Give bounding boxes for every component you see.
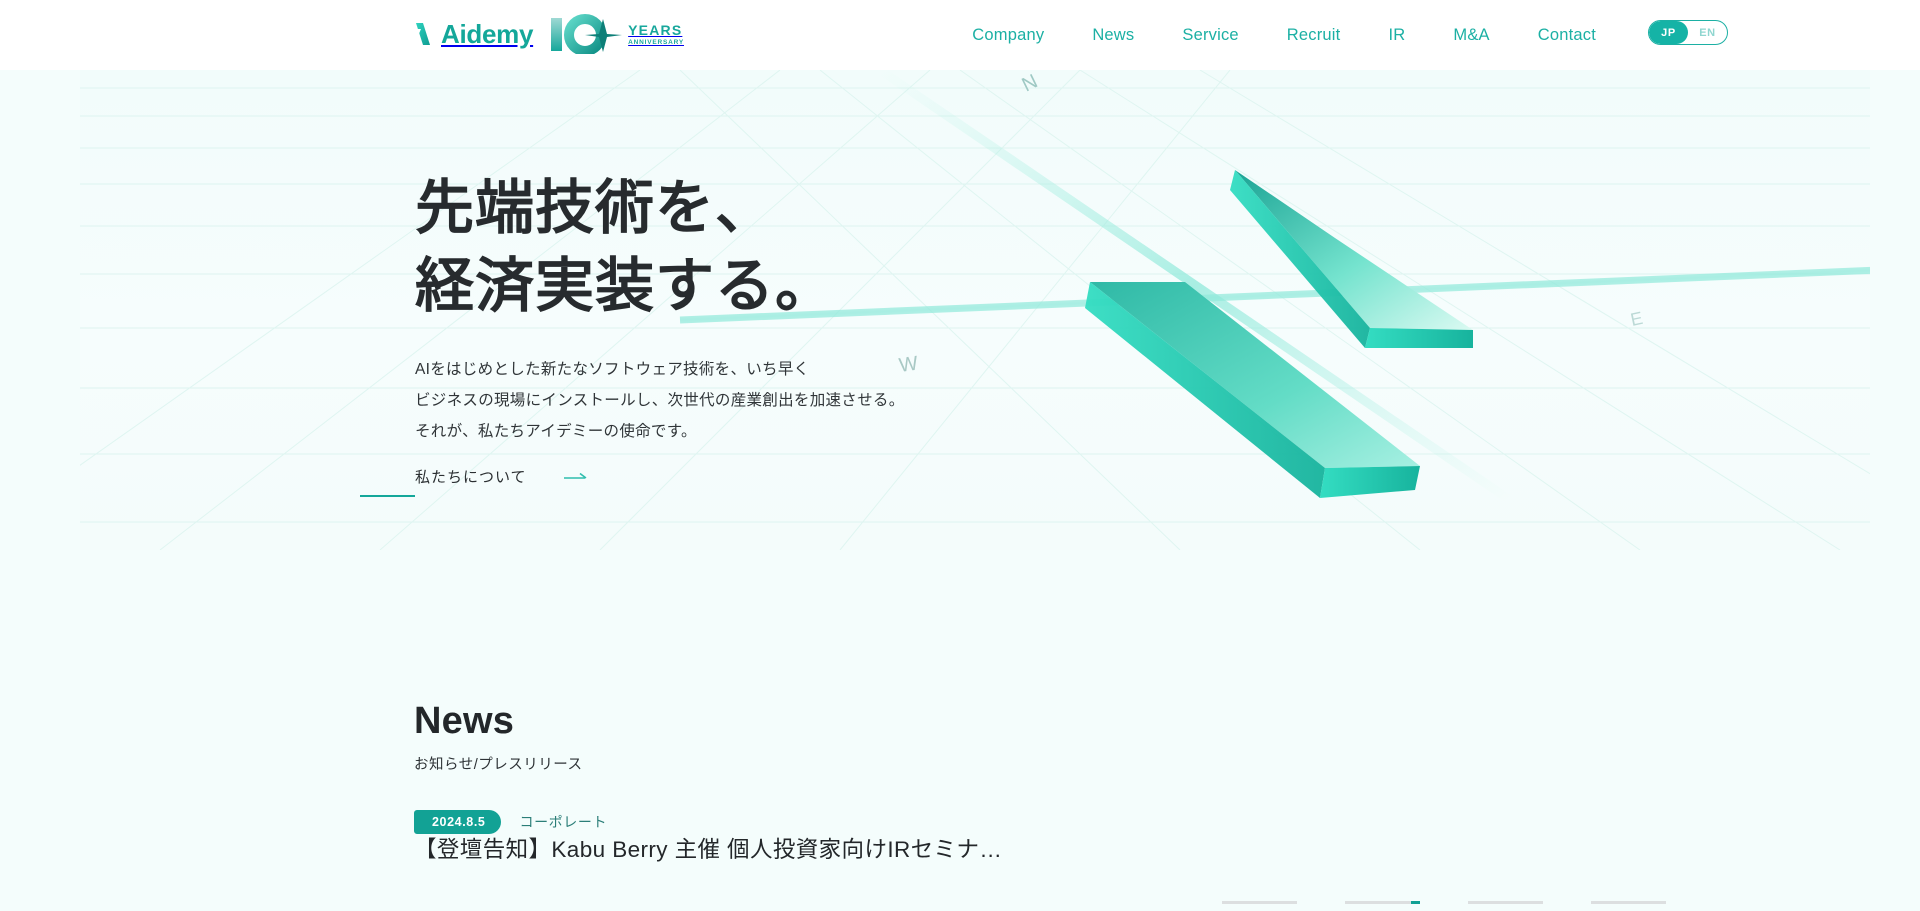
anniversary-badge: YEARS ANNIVERSARY xyxy=(549,14,684,56)
news-heading: News xyxy=(414,700,515,742)
news-item-headline: 【登壇告知】Kabu Berry 主催 個人投資家向けIRセミナ… xyxy=(414,837,1003,862)
nav-item-service[interactable]: Service xyxy=(1158,26,1262,45)
nav-item-ir[interactable]: IR xyxy=(1364,26,1429,45)
main-navigation: Company News Service Recruit IR M&A Cont… xyxy=(948,0,1620,70)
brand-mark: Aidemy xyxy=(414,19,533,50)
arrow-right-icon xyxy=(564,468,590,486)
carousel-indicator-3[interactable] xyxy=(1468,900,1543,904)
language-option-jp[interactable]: JP xyxy=(1649,21,1688,44)
lede-line-3: それが、私たちアイデミーの使命です。 xyxy=(415,422,697,440)
nav-item-company[interactable]: Company xyxy=(948,26,1068,45)
brand-logo-link[interactable]: Aidemy YEARS ANNIVERSARY xyxy=(414,12,684,56)
about-us-link[interactable]: 私たちについて xyxy=(415,466,590,497)
nav-item-news[interactable]: News xyxy=(1068,26,1158,45)
nav-item-ma[interactable]: M&A xyxy=(1429,26,1513,45)
compass-north-label: N xyxy=(1019,70,1042,96)
page-title: 先端技術を、 経済実装する。 xyxy=(415,170,905,326)
news-subheading: お知らせ/プレスリリース xyxy=(414,757,583,773)
anniversary-sub: ANNIVERSARY xyxy=(628,39,684,47)
carousel-progress-fill xyxy=(1411,900,1420,904)
homepage: Aidemy YEARS ANNIVERSARY Company News Se… xyxy=(0,0,1920,911)
carousel-indicator-2[interactable] xyxy=(1345,900,1420,904)
news-date-badge: 2024.8.5 xyxy=(414,810,502,834)
headline-line-2: 経済実装する。 xyxy=(415,252,836,319)
hero-perspective-grid: N E W S xyxy=(80,70,1870,550)
compass-east-label: E xyxy=(1629,308,1645,330)
carousel-indicator-1[interactable] xyxy=(1222,900,1297,904)
news-item-meta: 2024.8.5 コーポレート xyxy=(414,810,1314,834)
headline-line-1: 先端技術を、 xyxy=(415,175,776,241)
news-category-label: コーポレート xyxy=(519,814,608,830)
language-toggle[interactable]: JP EN xyxy=(1648,20,1728,45)
language-option-en[interactable]: EN xyxy=(1688,21,1727,44)
news-list-item[interactable]: 2024.8.5 コーポレート 【登壇告知】Kabu Berry 主催 個人投資… xyxy=(414,810,1314,866)
aidemy-swoosh-icon xyxy=(414,20,434,48)
site-header: Aidemy YEARS ANNIVERSARY Company News Se… xyxy=(0,0,1920,70)
news-section: News お知らせ/プレスリリース 2024.8.5 コーポレート 【登壇告知】… xyxy=(414,700,1314,866)
hero-section: N E W S 先端技術を、 経済実装する。 AIをはじ xyxy=(80,70,1870,550)
hero-copy: 先端技術を、 経済実装する。 AIをはじめとした新たなソフトウェア技術を、いち早… xyxy=(415,170,905,447)
lede-line-2: ビジネスの現場にインストールし、次世代の産業創出を加速させる。 xyxy=(415,391,905,409)
hero-description: AIをはじめとした新たなソフトウェア技術を、いち早く ビジネスの現場にインストー… xyxy=(415,354,905,447)
nav-item-contact[interactable]: Contact xyxy=(1514,26,1620,45)
anniversary-years: YEARS xyxy=(628,22,683,39)
carousel-indicators xyxy=(1222,900,1666,904)
brand-name: Aidemy xyxy=(441,18,534,49)
nav-item-recruit[interactable]: Recruit xyxy=(1263,26,1365,45)
carousel-indicator-4[interactable] xyxy=(1591,900,1666,904)
about-us-link-row: 私たちについて xyxy=(415,466,590,497)
anniversary-text: YEARS ANNIVERSARY xyxy=(628,21,684,47)
hero-3d-slab-upper xyxy=(1230,170,1473,348)
lede-line-1: AIをはじめとした新たなソフトウェア技術を、いち早く xyxy=(415,360,810,378)
about-us-label: 私たちについて xyxy=(415,469,527,486)
anniversary-number xyxy=(549,14,623,56)
